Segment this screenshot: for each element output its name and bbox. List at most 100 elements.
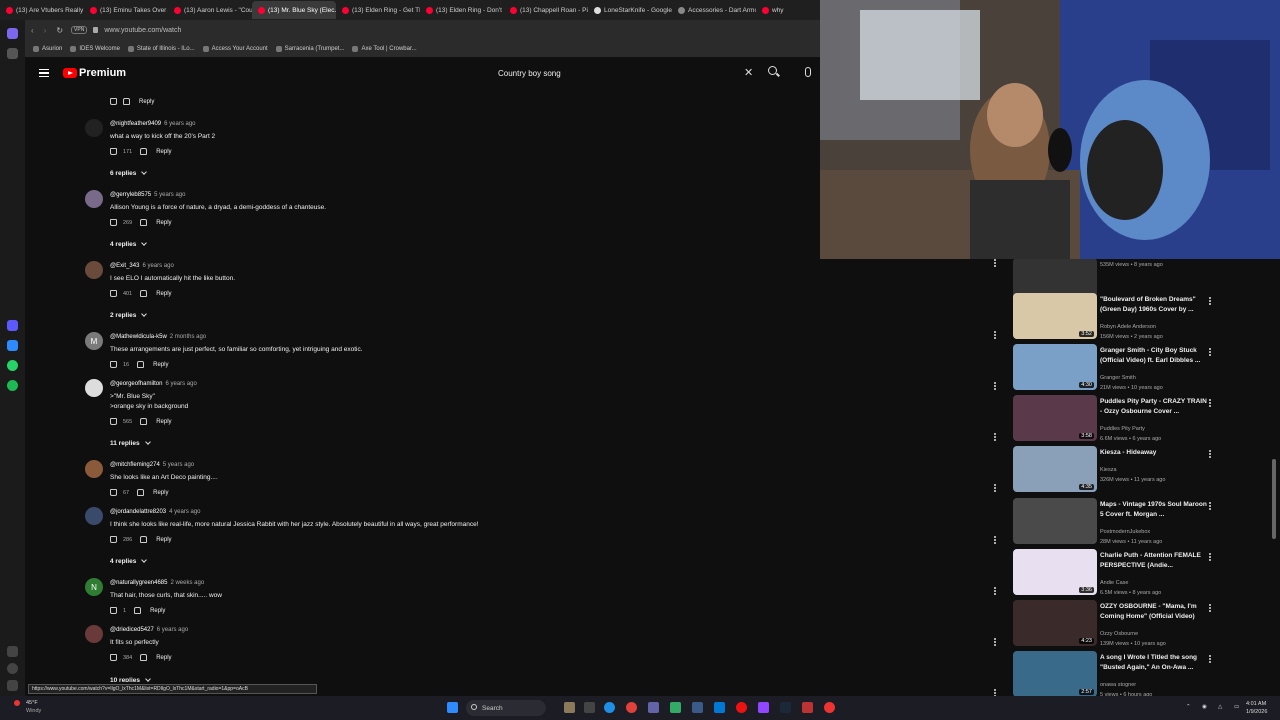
browser-tab[interactable]: (13) Aaron Lewis - "Count...	[168, 1, 252, 19]
dislike-icon[interactable]	[140, 654, 148, 661]
author-handle[interactable]: @jordandelattre8203	[110, 509, 166, 515]
avatar[interactable]	[85, 190, 103, 208]
forward-icon[interactable]: ›	[44, 26, 47, 35]
reply-button[interactable]: Reply	[153, 490, 168, 496]
reply-button[interactable]: Reply	[156, 419, 171, 425]
more-options-icon[interactable]	[1209, 348, 1211, 350]
like-icon[interactable]	[110, 219, 117, 226]
more-options-icon[interactable]	[1209, 655, 1211, 657]
dislike-icon[interactable]	[137, 361, 145, 368]
chrome-icon[interactable]	[626, 702, 637, 713]
clock-date[interactable]: 1/9/2026	[1246, 709, 1267, 715]
bookmark-item[interactable]: Asurion	[33, 45, 62, 52]
outlook-icon[interactable]	[714, 702, 725, 713]
youtube-premium-logo[interactable]: Premium	[79, 67, 126, 79]
video-thumbnail[interactable]	[1013, 498, 1097, 544]
like-icon[interactable]	[110, 607, 117, 614]
comment-author[interactable]: @Mathewldicula-k5w 2 months ago	[110, 334, 206, 340]
show-replies-button[interactable]: 11 replies	[110, 439, 151, 447]
home-icon[interactable]	[7, 28, 18, 39]
vpn-badge[interactable]: VPN	[71, 26, 88, 34]
show-replies-button[interactable]: 10 replies	[110, 676, 151, 682]
avatar[interactable]: N	[85, 578, 103, 596]
like-icon[interactable]	[110, 489, 117, 496]
more-options-icon[interactable]	[1209, 604, 1211, 606]
reply-button[interactable]: Reply	[156, 220, 171, 226]
more-options-icon[interactable]	[994, 638, 996, 640]
browser-tab[interactable]: (13) Chappell Roan - Pink...	[504, 1, 588, 19]
more-options-icon[interactable]	[1209, 399, 1211, 401]
more-options-icon[interactable]	[994, 484, 996, 486]
browser-tab[interactable]: (13) Elden Ring - Get Thes...	[336, 1, 420, 19]
avatar[interactable]	[85, 261, 103, 279]
browser-icon[interactable]	[802, 702, 813, 713]
recommended-video[interactable]: 4:35 Kiesza - Hideaway Kiesza 326M views • …	[1013, 446, 1258, 494]
show-replies-button[interactable]: 4 replies	[110, 240, 148, 248]
avatar[interactable]	[85, 507, 103, 525]
reply-button[interactable]: Reply	[153, 362, 168, 368]
bookmark-item[interactable]: IDES Welcome	[70, 45, 120, 52]
record-icon[interactable]	[824, 702, 835, 713]
microphone-icon[interactable]	[805, 67, 811, 77]
channel-name[interactable]: PostmodernJukebox	[1100, 529, 1150, 535]
avatar[interactable]	[85, 379, 103, 397]
steam-icon[interactable]	[780, 702, 791, 713]
reply-button[interactable]: Reply	[156, 291, 171, 297]
weather-icon[interactable]	[14, 700, 20, 706]
like-icon[interactable]	[110, 98, 117, 105]
bookmark-item[interactable]: Sarracenia (Trumpet...	[275, 45, 344, 52]
show-replies-button[interactable]: 4 replies	[110, 557, 148, 565]
avatar[interactable]	[85, 625, 103, 643]
teams-icon[interactable]	[648, 702, 659, 713]
video-title[interactable]: "Boulevard of Broken Dreams" (Green Day)…	[1100, 295, 1210, 314]
search-input[interactable]: Country boy song	[490, 63, 765, 83]
like-icon[interactable]	[110, 148, 117, 155]
video-title[interactable]: Maps - Vintage 1970s Soul Maroon 5 Cover…	[1100, 500, 1210, 519]
dislike-icon[interactable]	[123, 98, 130, 105]
browser-tab[interactable]: Accessories - Dart Armou...	[672, 1, 756, 19]
channel-name[interactable]: Granger Smith	[1100, 375, 1136, 381]
show-replies-button[interactable]: 6 replies	[110, 169, 148, 177]
channel-name[interactable]: Andie Case	[1100, 580, 1128, 586]
channel-name[interactable]: Puddles Pity Party	[1100, 426, 1145, 432]
youtube-logo-icon[interactable]	[63, 68, 77, 78]
recommended-video[interactable]: 2:57 A song I Wrote I Titled the song "Bu…	[1013, 651, 1258, 696]
recommended-video[interactable]: 4:30 Granger Smith - City Boy Stuck (Offi…	[1013, 344, 1258, 392]
dislike-icon[interactable]	[134, 607, 142, 614]
dislike-icon[interactable]	[140, 418, 148, 425]
browser-tab[interactable]: (13) Eminu Takes Over Am...	[84, 1, 168, 19]
browser-tab[interactable]: (13) Are Vtubers Really th...	[0, 1, 84, 19]
volume-icon[interactable]: △	[1218, 704, 1222, 710]
reply-button[interactable]: Reply	[156, 149, 171, 155]
comment-author[interactable]: @georgeofhamilton 6 years ago	[110, 381, 197, 387]
video-thumbnail[interactable]: 4:30	[1013, 344, 1097, 390]
more-options-icon[interactable]	[994, 536, 996, 538]
dislike-icon[interactable]	[140, 148, 148, 155]
author-handle[interactable]: @naturallygreen4685	[110, 580, 167, 586]
more-options-icon[interactable]	[994, 331, 996, 333]
clear-search-icon[interactable]: ✕	[744, 66, 753, 79]
more-options-icon[interactable]	[1209, 553, 1211, 555]
history-icon[interactable]	[7, 663, 18, 674]
like-icon[interactable]	[110, 418, 117, 425]
author-handle[interactable]: @driediced5427	[110, 627, 154, 633]
video-title[interactable]: OZZY OSBOURNE - "Mama, I'm Coming Home" …	[1100, 602, 1210, 621]
reply-button[interactable]: Reply	[150, 608, 165, 614]
video-title[interactable]: Puddles Pity Party - CRAZY TRAIN - Ozzy …	[1100, 397, 1210, 416]
start-icon[interactable]	[447, 702, 458, 713]
network-icon[interactable]: ◉	[1202, 704, 1207, 710]
video-title[interactable]: Charlie Puth - Attention FEMALE PERSPECT…	[1100, 551, 1210, 570]
bookmark-item[interactable]: State of Illinois - ILo...	[127, 45, 195, 52]
video-thumbnail[interactable]: 3:36	[1013, 549, 1097, 595]
recommended-video[interactable]: Maps - Vintage 1970s Soul Maroon 5 Cover…	[1013, 498, 1258, 546]
channel-name[interactable]: Robyn Adele Anderson	[1100, 324, 1156, 330]
spotify-icon[interactable]	[7, 380, 18, 391]
more-options-icon[interactable]	[994, 382, 996, 384]
reply-button[interactable]: Reply	[139, 99, 154, 105]
whatsapp-icon[interactable]	[7, 360, 18, 371]
app-icon[interactable]	[7, 320, 18, 331]
more-options-icon[interactable]	[994, 259, 996, 261]
more-options-icon[interactable]	[994, 433, 996, 435]
bookmark-item[interactable]: Axe Tool | Crowbar...	[352, 45, 417, 52]
comment-author[interactable]: @gerryleb8575 5 years ago	[110, 192, 185, 198]
